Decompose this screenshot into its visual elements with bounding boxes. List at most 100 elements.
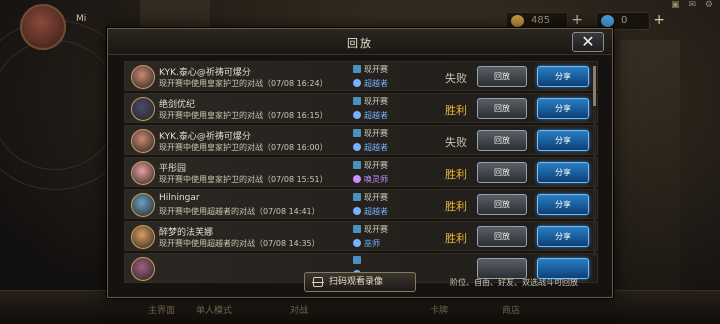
nav-battle[interactable]: 对战	[290, 303, 308, 316]
replay-availability-note: 阶位、自由、好友、双选战斗可回放	[450, 278, 578, 287]
replay-button[interactable]: 回放	[477, 130, 527, 151]
match-mode-label: 现开赛	[364, 65, 388, 74]
opponent-class-label: 超越者	[364, 79, 388, 88]
nav-shop[interactable]: 商店	[502, 303, 520, 316]
opponent-name: 平彤园	[159, 164, 187, 174]
scrollbar-thumb[interactable]	[593, 66, 596, 106]
replay-button[interactable]: 回放	[477, 226, 527, 247]
share-button[interactable]: 分享	[537, 194, 589, 215]
match-mode-label: 现开赛	[364, 129, 388, 138]
list-scrollbar[interactable]	[593, 66, 596, 256]
opponent-class-label: 超越者	[364, 111, 388, 120]
opponent-avatar	[131, 97, 155, 121]
share-button[interactable]: 分享	[537, 226, 589, 247]
opponent-class: 超越者	[353, 78, 388, 89]
opponent-class: 超越者	[353, 110, 388, 121]
share-button[interactable]: 分享	[537, 66, 589, 87]
opponent-avatar	[131, 193, 155, 217]
add-gem-button[interactable]: +	[653, 12, 665, 28]
opponent-class: 巫师	[353, 238, 380, 249]
menu-icons[interactable]: ▣ ✉ ⚙	[671, 0, 716, 10]
gem-value: 0	[621, 15, 628, 26]
mode-icon	[353, 193, 361, 201]
player-avatar[interactable]	[20, 4, 66, 50]
replay-row: KYK.泰心@祈祷可爆分 现开赛中使用皇家护卫的对战（07/08 16:00） 现开…	[124, 125, 598, 155]
match-result: 胜利	[445, 168, 467, 181]
opponent-class: 唤灵师	[353, 174, 388, 185]
match-description: 现开赛中使用皇家护卫的对战（07/08 16:24）	[159, 79, 328, 88]
match-result: 胜利	[445, 232, 467, 245]
match-description: 现开赛中使用超越者的对战（07/08 14:35）	[159, 239, 320, 248]
gold-coin-icon	[511, 15, 524, 27]
nav-cards[interactable]: 卡牌	[430, 303, 448, 316]
opponent-name: KYK.泰心@祈祷可爆分	[159, 68, 251, 78]
mode-icon	[353, 97, 361, 105]
mode-icon	[353, 225, 361, 233]
opponent-avatar	[131, 161, 155, 185]
match-mode: 现开赛	[353, 96, 388, 107]
match-mode: 现开赛	[353, 160, 388, 171]
match-description: 现开赛中使用皇家护卫的对战（07/08 16:15）	[159, 111, 328, 120]
scene-pillar	[620, 40, 680, 300]
match-mode: 现开赛	[353, 224, 388, 235]
replay-row: 绝剑优纪 现开赛中使用皇家护卫的对战（07/08 16:15） 现开赛超越者 胜利 回放…	[124, 93, 598, 123]
match-result: 胜利	[445, 104, 467, 117]
replay-button[interactable]: 回放	[477, 98, 527, 119]
opponent-avatar	[131, 129, 155, 153]
blue-gem-icon	[601, 15, 614, 27]
class-icon	[353, 111, 361, 119]
scan-button-label: 扫码观看录像	[329, 277, 384, 287]
opponent-avatar	[131, 225, 155, 249]
opponent-avatar	[131, 257, 155, 281]
qr-scan-icon	[312, 277, 324, 287]
opponent-class: 超越者	[353, 142, 388, 153]
class-icon	[353, 239, 361, 247]
match-result: 胜利	[445, 200, 467, 213]
match-mode-label: 现开赛	[364, 161, 388, 170]
match-result: 失败	[445, 136, 467, 149]
dialog-header: 回放 ✕	[108, 29, 612, 55]
match-mode-label: 现开赛	[364, 193, 388, 202]
opponent-name: 绝剑优纪	[159, 100, 196, 110]
replay-button[interactable]	[477, 258, 527, 279]
nav-main[interactable]: 主界面	[148, 303, 175, 316]
share-button[interactable]	[537, 258, 589, 279]
class-icon	[353, 143, 361, 151]
replay-row: 醉梦的法芙娜 现开赛中使用超越者的对战（07/08 14:35） 现开赛巫师 胜利 回放…	[124, 221, 598, 251]
close-icon: ✕	[581, 32, 595, 51]
mode-icon	[353, 256, 361, 264]
replay-dialog: 回放 ✕ KYK.泰心@祈祷可爆分 现开赛中使用皇家护卫的对战（07/08 16:…	[107, 28, 613, 298]
close-button[interactable]: ✕	[572, 32, 604, 52]
replay-list[interactable]: KYK.泰心@祈祷可爆分 现开赛中使用皇家护卫的对战（07/08 16:24） 现开…	[124, 61, 598, 289]
class-icon	[353, 79, 361, 87]
opponent-class-label: 超越者	[364, 207, 388, 216]
opponent-class: 超越者	[353, 206, 388, 217]
match-mode: 现开赛	[353, 64, 388, 75]
replay-row: KYK.泰心@祈祷可爆分 现开赛中使用皇家护卫的对战（07/08 16:24） 现开…	[124, 61, 598, 91]
player-name: Mi	[76, 14, 87, 24]
match-mode: 现开赛	[353, 192, 388, 203]
opponent-name: 醉梦的法芙娜	[159, 228, 214, 238]
nav-solo[interactable]: 单人模式	[196, 303, 232, 316]
share-button[interactable]: 分享	[537, 98, 589, 119]
match-mode: 现开赛	[353, 128, 388, 139]
opponent-class-label: 超越者	[364, 143, 388, 152]
match-mode	[353, 256, 364, 265]
replay-button[interactable]: 回放	[477, 66, 527, 87]
add-coin-button[interactable]: +	[571, 12, 583, 28]
opponent-avatar	[131, 65, 155, 89]
opponent-class-label: 唤灵师	[364, 175, 388, 184]
match-mode-label: 现开赛	[364, 225, 388, 234]
share-button[interactable]: 分享	[537, 130, 589, 151]
class-icon	[353, 175, 361, 183]
match-mode-label: 现开赛	[364, 97, 388, 106]
share-button[interactable]: 分享	[537, 162, 589, 183]
replay-button[interactable]: 回放	[477, 194, 527, 215]
match-description: 现开赛中使用皇家护卫的对战（07/08 16:00）	[159, 143, 328, 152]
class-icon	[353, 207, 361, 215]
scan-qr-button[interactable]: 扫码观看录像	[304, 272, 416, 292]
mode-icon	[353, 161, 361, 169]
replay-row: Hilningar 现开赛中使用超越者的对战（07/08 14:41） 现开赛 超越者…	[124, 189, 598, 219]
opponent-class-label: 巫师	[364, 239, 380, 248]
replay-button[interactable]: 回放	[477, 162, 527, 183]
